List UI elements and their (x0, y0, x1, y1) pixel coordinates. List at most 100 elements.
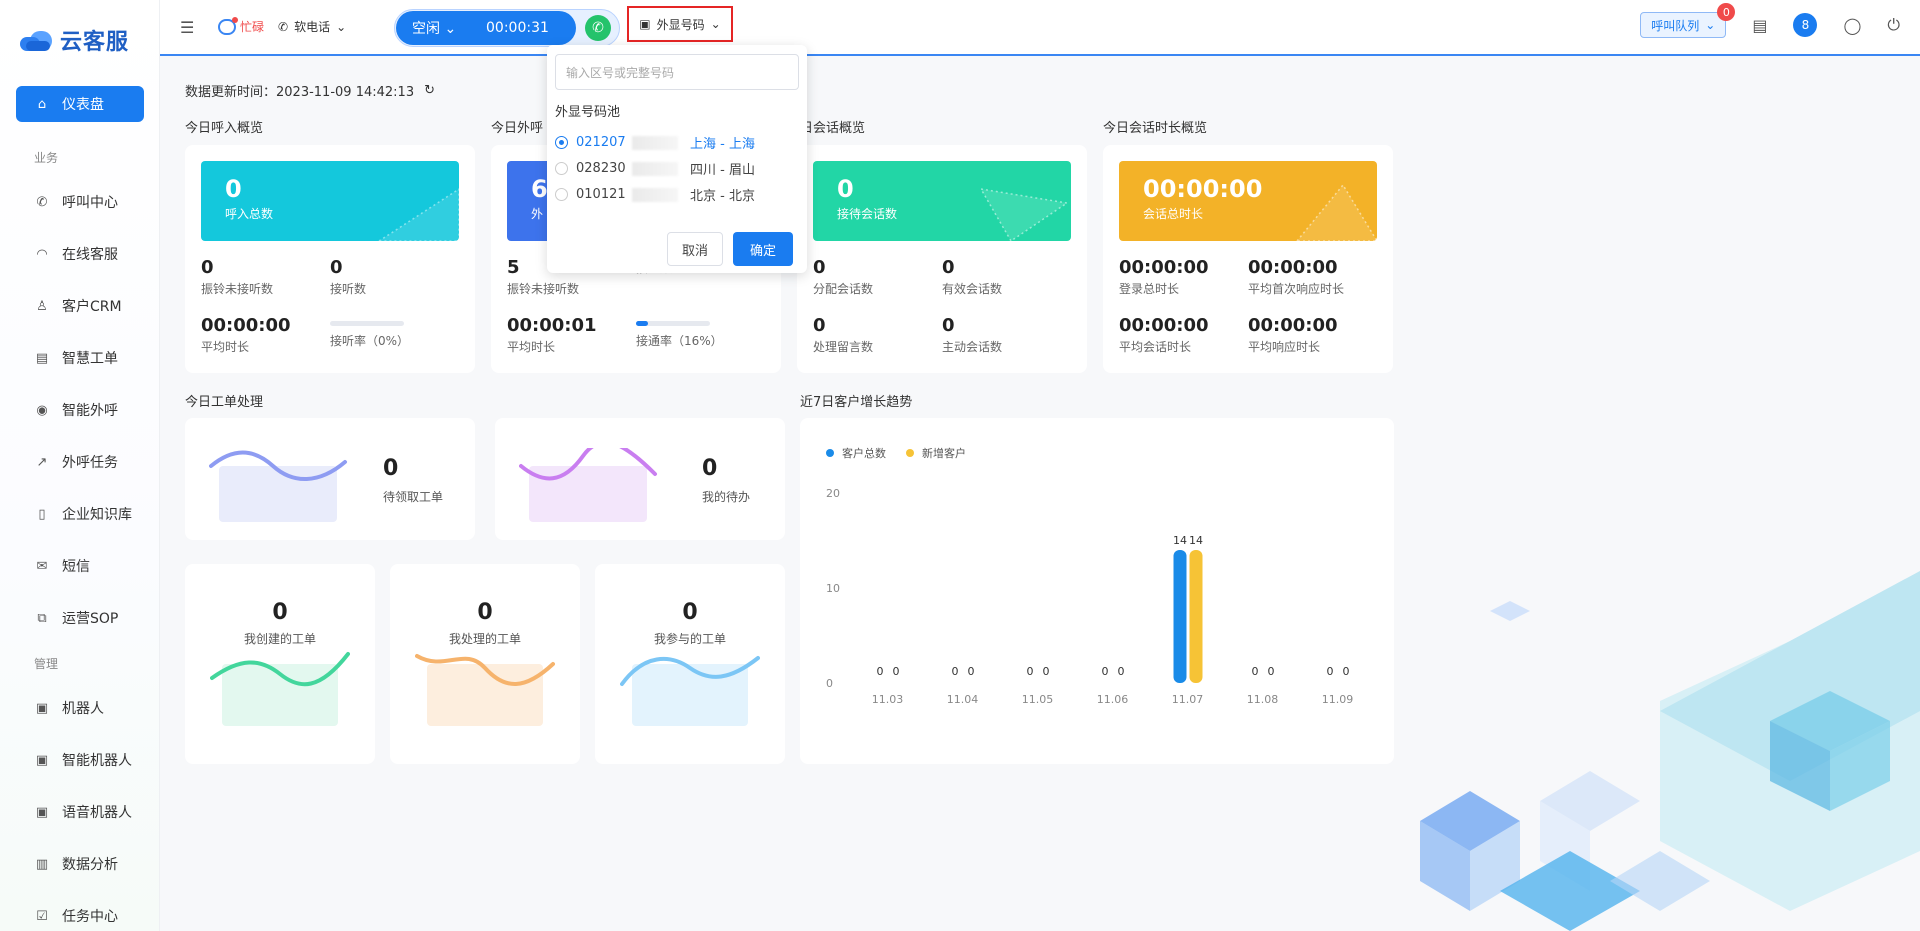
sidebar-item-label: 智能外呼 (62, 403, 118, 419)
bar (1173, 550, 1187, 683)
workorder-card-participated[interactable]: 0 我参与的工单 (595, 564, 785, 764)
sms-icon: ✉ (36, 558, 48, 574)
app-title: 云客服 (60, 30, 130, 55)
background-cubes-decoration (1420, 571, 1920, 931)
wave-illustration (620, 656, 760, 726)
call-queue-button[interactable]: 呼叫队列 ⌄ 0 (1640, 3, 1736, 38)
masked-digits (632, 161, 678, 176)
stat-label: 处理留言数 (813, 340, 874, 354)
call-state-dropdown[interactable]: 空闲 ⌄ 00:00:31 (396, 11, 576, 45)
radio-icon (555, 162, 568, 175)
stat-label: 平均首次响应时长 (1248, 282, 1345, 296)
stat-value: 00:00:01 (507, 315, 597, 336)
data-label: 0 (877, 665, 884, 678)
sidebar-item-label: 智慧工单 (62, 351, 118, 367)
workorder-card-created[interactable]: 0 我创建的工单 (185, 564, 375, 764)
sidebar-item-label: 机器人 (62, 701, 104, 717)
chat-status-icon (218, 16, 238, 35)
x-tick-label: 11.08 (1247, 693, 1279, 706)
data-label: 0 (893, 665, 900, 678)
sidebar-item[interactable]: ☑ 任务中心 (0, 890, 160, 931)
data-label: 14 (1189, 534, 1203, 547)
stat-label: 平均时长 (507, 340, 556, 354)
sidebar-item-label: 运营SOP (62, 611, 119, 627)
workorder-card-todo[interactable]: 0 我的待办 (495, 418, 785, 540)
wave-illustration (210, 652, 350, 726)
workorder-value: 0 (477, 600, 493, 625)
home-icon: ⌂ (37, 96, 47, 112)
caller-id-option[interactable]: 028230 四川 - 眉山 (555, 159, 755, 178)
banner-value: 0 (837, 175, 854, 203)
caller-id-dropdown[interactable]: ▣ 外显号码 ⌄ (627, 6, 733, 42)
agent-status[interactable]: 忙碌 (218, 16, 264, 35)
confirm-button[interactable]: 确定 (733, 232, 793, 266)
voice-robot-icon: ▣ (35, 804, 49, 820)
data-label: 0 (1102, 665, 1109, 678)
sidebar-item[interactable]: ▤ 智慧工单 (0, 332, 160, 384)
caller-id-option[interactable]: 021207 上海 - 上海 (555, 133, 755, 152)
dial-button[interactable]: ✆ (585, 15, 611, 41)
data-label: 0 (1343, 665, 1350, 678)
call-timer: 00:00:31 (486, 20, 549, 36)
answer-rate-bar (330, 321, 404, 326)
phone-icon: ✆ (278, 19, 289, 34)
sidebar-item-dashboard[interactable]: ⌂ 仪表盘 (16, 86, 144, 122)
sidebar-item[interactable]: ▣ 机器人 (0, 682, 160, 734)
data-label: 0 (1327, 665, 1334, 678)
robot-icon: ▣ (35, 700, 49, 716)
chevron-down-icon: ⌄ (336, 19, 347, 34)
call-control: 空闲 ⌄ 00:00:31 ✆ (394, 9, 620, 47)
task-icon: ☑ (36, 908, 48, 924)
user-icon[interactable]: ◯ (1843, 16, 1861, 35)
sidebar-item-label: 语音机器人 (62, 805, 132, 821)
workorder-card-pending[interactable]: 0 待领取工单 (185, 418, 475, 540)
banner-value: 00:00:00 (1143, 175, 1263, 203)
power-icon[interactable]: ⏻ (1887, 15, 1900, 35)
inbound-title: 今日呼入概览 (185, 121, 264, 136)
duration-card: 00:00:00 会话总时长 00:00:00 登录总时长 00:00:00 平均首… (1103, 145, 1393, 373)
softphone-label: 软电话 (294, 20, 331, 34)
app-logo[interactable]: 云客服 (20, 24, 129, 56)
cloud-logo-icon (20, 29, 54, 51)
workorder-card-handled[interactable]: 0 我处理的工单 (390, 564, 580, 764)
refresh-icon[interactable]: ↻ (424, 83, 435, 98)
stat-label: 接听数 (330, 282, 367, 296)
sidebar-item[interactable]: ▯ 企业知识库 (0, 488, 160, 540)
banner-label: 呼入总数 (225, 207, 274, 221)
data-label: 0 (1118, 665, 1125, 678)
chevron-down-icon: ⌄ (444, 21, 457, 37)
sidebar-item[interactable]: ◉ 智能外呼 (0, 384, 160, 436)
sidebar-item[interactable]: ↗ 外呼任务 (0, 436, 160, 488)
radio-icon (555, 188, 568, 201)
stat-value: 0 (942, 315, 955, 336)
x-tick-label: 11.06 (1097, 693, 1129, 706)
chevron-down-icon: ⌄ (1705, 18, 1716, 32)
sidebar-item-label: 外呼任务 (62, 455, 118, 471)
softphone-dropdown[interactable]: ✆ 软电话 ⌄ (278, 18, 346, 35)
sidebar-item[interactable]: ▥ 数据分析 (0, 838, 160, 890)
sidebar-item[interactable]: ◠ 在线客服 (0, 228, 160, 280)
caller-id-option[interactable]: 010121 北京 - 北京 (555, 185, 755, 204)
stat-value: 00:00:00 (1248, 257, 1338, 278)
workorder-label: 待领取工单 (383, 490, 444, 504)
flow-icon: ⧉ (37, 610, 47, 626)
menu-collapse-icon[interactable]: ☰ (180, 18, 194, 37)
sidebar-item[interactable]: ▣ 语音机器人 (0, 786, 160, 838)
sidebar-item[interactable]: ✉ 短信 (0, 540, 160, 592)
outgoing-call-icon: ↗ (36, 454, 48, 470)
notes-icon[interactable]: ▤ (1752, 16, 1767, 35)
stat-label: 振铃未接听数 (201, 282, 274, 296)
sidebar-item[interactable]: ♙ 客户CRM (0, 280, 160, 332)
legend-marker (906, 449, 914, 457)
workorder-value: 0 (702, 456, 718, 481)
sidebar-item[interactable]: ▣ 智能机器人 (0, 734, 160, 786)
smart-robot-icon: ▣ (35, 752, 49, 768)
caller-id-search-input[interactable]: 输入区号或完整号码 (555, 54, 799, 90)
cancel-button[interactable]: 取消 (667, 232, 723, 266)
sidebar-item[interactable]: ✆ 呼叫中心 (0, 176, 160, 228)
data-label: 0 (1268, 665, 1275, 678)
user-number-badge[interactable]: 8 (1793, 13, 1818, 37)
workorder-value: 0 (272, 600, 288, 625)
sidebar-item[interactable]: ⧉ 运营SOP (0, 592, 160, 644)
workorder-value: 0 (682, 600, 698, 625)
